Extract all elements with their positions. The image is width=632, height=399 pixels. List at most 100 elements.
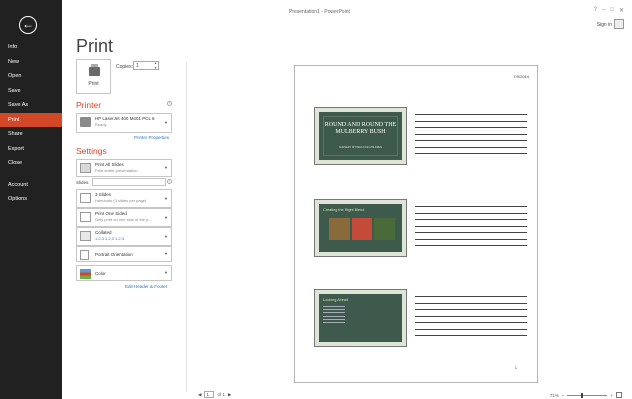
one-sided-icon [80, 212, 91, 222]
minimize-icon[interactable]: – [602, 7, 605, 14]
zoom-level[interactable]: 71% [550, 393, 559, 398]
page-input[interactable] [204, 391, 215, 398]
chevron-down-icon: ▼ [164, 214, 168, 220]
nav-save[interactable]: Save [0, 84, 62, 99]
slide-1-body: ROUND AND ROUND THE MULBERRY BUSH NURSER… [319, 112, 402, 160]
collation-title: Collated [95, 230, 112, 235]
nav-close[interactable]: Close [0, 156, 62, 171]
nav-options[interactable]: Options [0, 192, 62, 207]
layout-title: 3 Slides [95, 192, 112, 197]
slide-thumbnail-3: Looking Ahead [314, 289, 407, 347]
help-icon[interactable]: ? [594, 7, 597, 14]
print-button[interactable]: Print [76, 59, 111, 94]
info-icon[interactable]: i [167, 101, 172, 106]
handout-icon [80, 193, 91, 203]
window-title: Presentation1 - PowerPoint [289, 9, 350, 15]
nav-new[interactable]: New [0, 55, 62, 70]
printer-status: Ready [95, 122, 107, 127]
zoom-slider[interactable] [567, 392, 608, 398]
slide-3-bullets [323, 306, 345, 325]
preview-date: 7/9/2014 [513, 74, 529, 79]
slide-2-body: Creating the Right Blend [319, 204, 402, 252]
page-title: Print [76, 36, 114, 56]
nav-open[interactable]: Open [0, 69, 62, 84]
printer-device-icon [80, 117, 91, 127]
print-range-subtitle: Print entire presentation [95, 168, 138, 173]
notes-lines-1 [415, 114, 527, 160]
orientation-dropdown[interactable]: Portrait Orientation ▼ [76, 246, 172, 262]
collation-subtitle: 1,2,3 1,2,3 1,2,3 [95, 236, 124, 241]
zoom-out-icon[interactable]: – [562, 393, 565, 398]
print-preview-page: 7/9/2014 ROUND AND ROUND THE MULBERRY BU… [294, 65, 538, 383]
backstage-nav: Info New Open Save Save As Print Share E… [0, 40, 62, 207]
restore-icon[interactable]: □ [610, 7, 614, 14]
chevron-down-icon: ▼ [164, 233, 168, 239]
slide-2-title: Creating the Right Blend [323, 208, 365, 212]
window-controls: ? – □ ✕ [594, 7, 624, 14]
nav-info[interactable]: Info [0, 40, 62, 55]
next-page-icon[interactable]: ▶ [228, 392, 231, 398]
zoom-control: 71% – + [550, 392, 622, 398]
slides-input[interactable] [92, 178, 166, 186]
nav-share[interactable]: Share [0, 127, 62, 142]
close-icon[interactable]: ✕ [619, 7, 624, 14]
collated-icon [80, 231, 91, 241]
color-icon [80, 269, 91, 279]
zoom-slider-handle[interactable] [581, 392, 584, 398]
notes-lines-3 [415, 296, 527, 342]
sign-in-link[interactable]: Sign in [597, 22, 612, 28]
backstage-print-view: ← Info New Open Save Save As Print Share… [0, 0, 632, 399]
panel-divider [186, 62, 187, 392]
print-button-label: Print [88, 81, 99, 87]
slide-1-title: ROUND AND ROUND THE MULBERRY BUSH [324, 122, 397, 135]
slides-icon [80, 163, 91, 173]
collation-dropdown[interactable]: Collated 1,2,3 1,2,3 1,2,3 ▼ [76, 227, 172, 246]
chevron-down-icon: ▼ [164, 195, 168, 201]
layout-subtitle: Handouts (3 slides per page) [95, 198, 147, 203]
orientation-title: Portrait Orientation [95, 252, 133, 257]
nav-export[interactable]: Export [0, 142, 62, 157]
print-range-dropdown[interactable]: Print All Slides Print entire presentati… [76, 159, 172, 177]
copies-spinner-icon[interactable]: ▲ ▼ [154, 61, 157, 70]
zoom-in-icon[interactable]: + [610, 393, 613, 398]
edit-header-footer-link[interactable]: Edit Header & Footer [125, 284, 167, 289]
color-title: Color [95, 271, 106, 276]
layout-dropdown[interactable]: 3 Slides Handouts (3 slides per page) ▼ [76, 189, 172, 208]
nav-account[interactable]: Account [0, 178, 62, 193]
notes-lines-2 [415, 206, 527, 252]
chevron-down-icon: ▼ [164, 120, 168, 125]
printer-properties-link[interactable]: Printer Properties [134, 135, 169, 140]
nav-print[interactable]: Print [0, 112, 62, 127]
nav-save-as[interactable]: Save As [0, 98, 62, 113]
slide-thumbnail-2: Creating the Right Blend [314, 199, 407, 257]
slides-label: Slides: [76, 180, 90, 185]
settings-heading: Settings [76, 146, 107, 156]
sides-dropdown[interactable]: Print One Sided Only print on one side o… [76, 208, 172, 227]
slide-thumbnail-1: ROUND AND ROUND THE MULBERRY BUSH NURSER… [314, 107, 407, 165]
printer-dropdown[interactable]: HP LaserJet 400 M401 PCL 6 Ready ▼ [76, 113, 172, 133]
chevron-down-icon: ▼ [164, 270, 168, 275]
info-icon[interactable]: i [167, 179, 172, 184]
user-avatar-icon[interactable] [614, 19, 624, 29]
backstage-sidebar: ← Info New Open Save Save As Print Share… [0, 0, 62, 399]
preview-page-number: 1 [514, 365, 517, 370]
sides-subtitle: Only print on one side of the p... [95, 217, 152, 222]
zoom-to-page-icon[interactable] [616, 392, 622, 398]
back-arrow-icon[interactable]: ← [19, 16, 37, 34]
photo-3 [374, 218, 396, 240]
slide-1-subtitle: NURSERY RHYMES FOR CHILDREN [339, 146, 382, 149]
print-range-title: Print All Slides [95, 162, 124, 167]
page-total: of 1 [217, 392, 225, 397]
copies-label: Copies: [116, 64, 133, 70]
printer-heading: Printer [76, 100, 102, 110]
color-dropdown[interactable]: Color ▼ [76, 265, 172, 281]
slide-2-photos [329, 218, 396, 240]
prev-page-icon[interactable]: ◀ [198, 392, 201, 398]
photo-1 [329, 218, 350, 240]
chevron-down-icon: ▼ [164, 251, 168, 256]
printer-name: HP LaserJet 400 M401 PCL 6 [95, 116, 155, 121]
photo-2 [351, 218, 373, 240]
slide-3-body: Looking Ahead [319, 294, 402, 342]
slide-3-title: Looking Ahead [323, 298, 349, 302]
